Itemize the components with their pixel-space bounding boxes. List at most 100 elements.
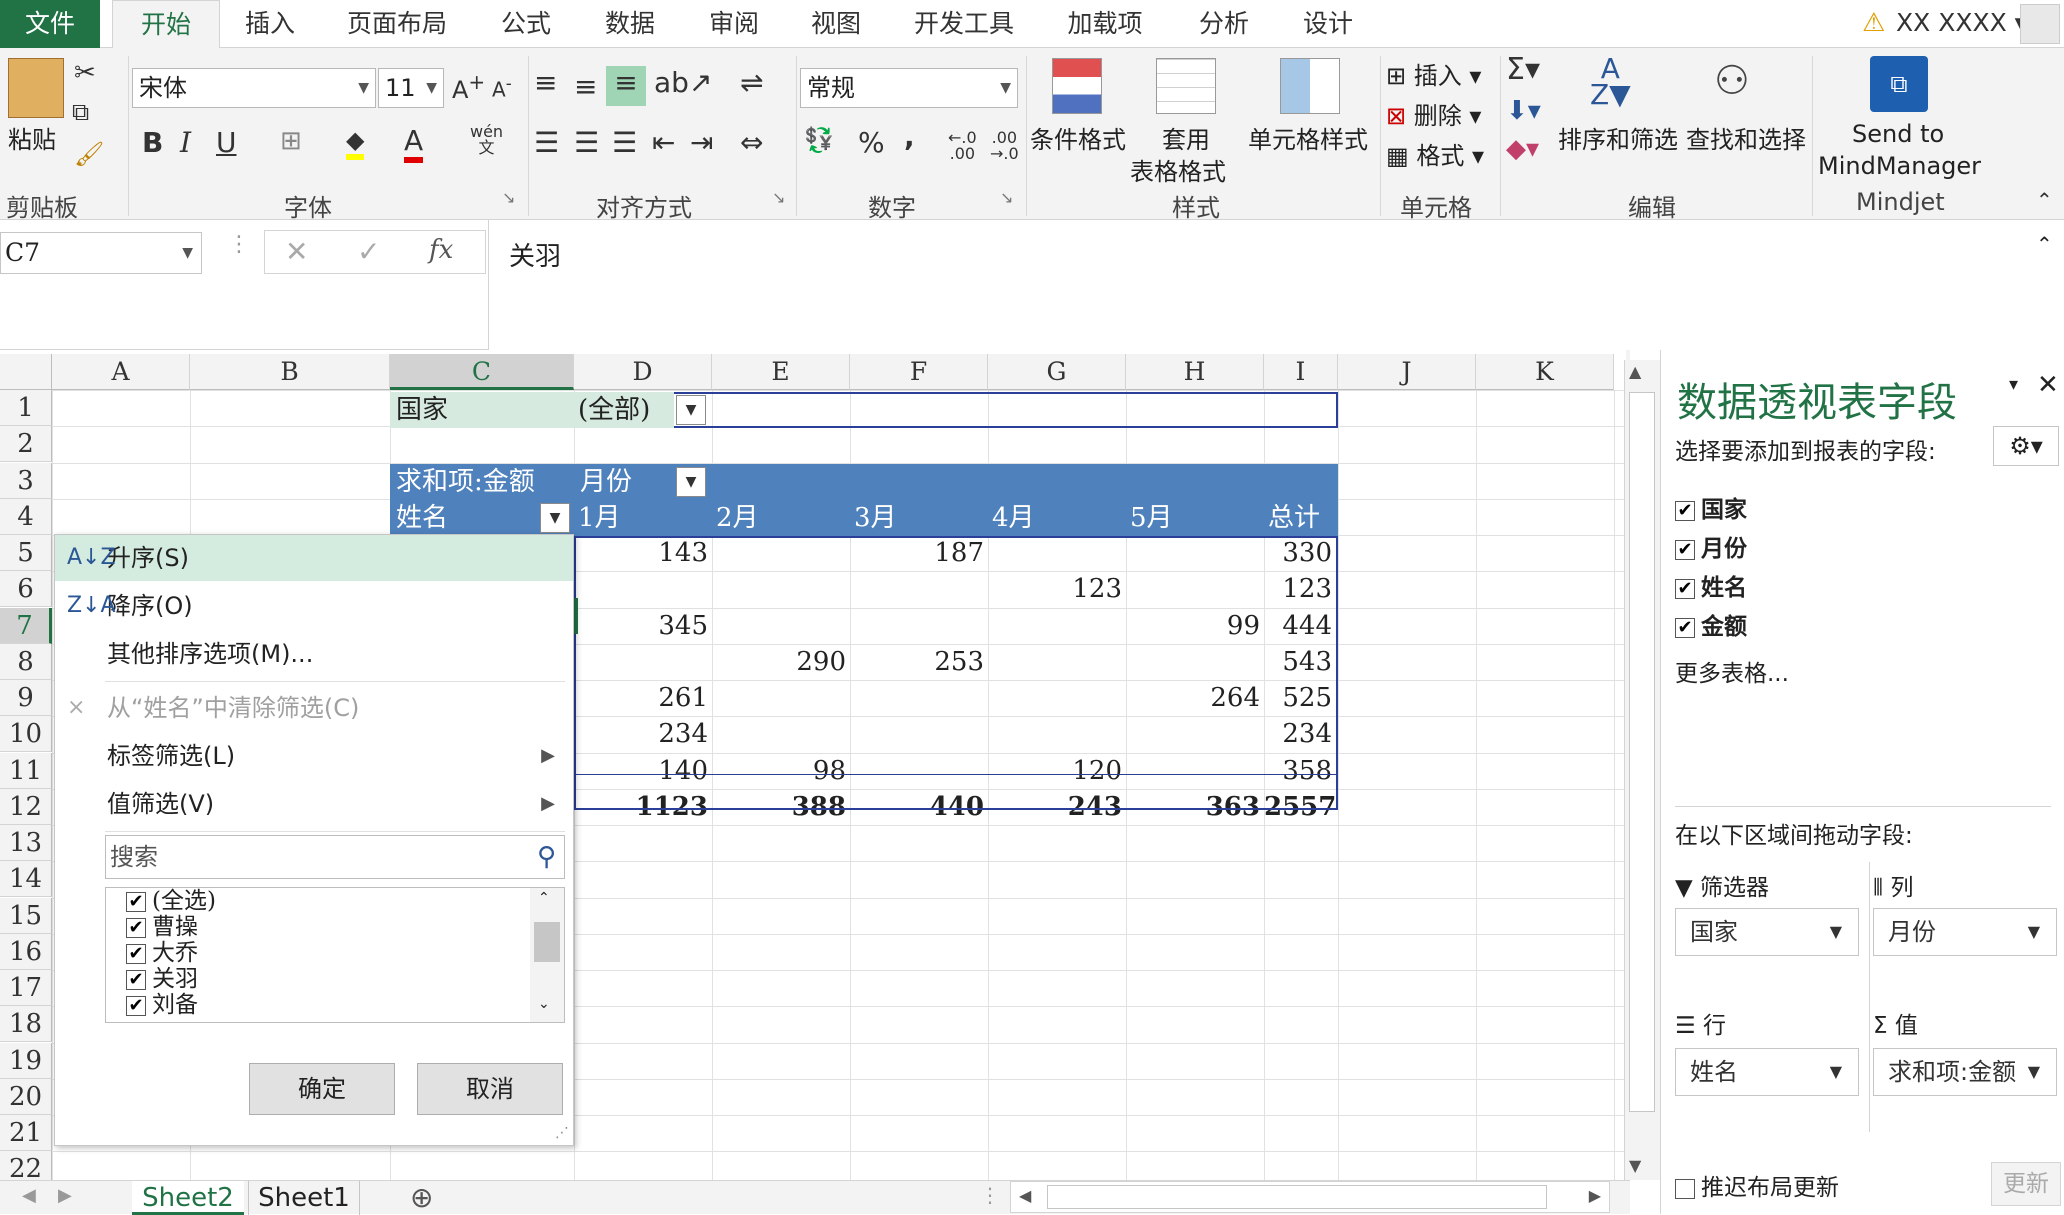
font-name-select[interactable]: 宋体 ▼ bbox=[132, 68, 376, 108]
tab-view[interactable]: 视图 bbox=[796, 0, 876, 48]
tab-design[interactable]: 设计 bbox=[1288, 0, 1368, 48]
conditional-format-icon[interactable] bbox=[1052, 58, 1102, 114]
row-header-15[interactable]: 15 bbox=[0, 897, 52, 934]
decrease-font-icon[interactable]: A- bbox=[492, 74, 512, 102]
user-account[interactable]: XX XXXX ▾ bbox=[1896, 8, 2027, 37]
pivot-value-cell[interactable]: 264 bbox=[1126, 680, 1264, 716]
pivot-column-dropdown[interactable]: ▼ bbox=[676, 467, 706, 497]
avatar[interactable] bbox=[2020, 4, 2060, 44]
label-filter-item[interactable]: 标签筛选(L) ▶ bbox=[55, 733, 573, 779]
cell-styles-button[interactable]: 单元格样式 bbox=[1248, 120, 1368, 155]
cancel-entry-icon[interactable]: ✕ bbox=[285, 235, 308, 268]
scroll-down-icon[interactable]: ▼ bbox=[1629, 1156, 1641, 1175]
pivot-value-cell[interactable]: 123 bbox=[988, 571, 1126, 607]
paste-icon[interactable] bbox=[8, 58, 64, 118]
format-painter-icon[interactable]: 🖌 bbox=[74, 140, 104, 168]
insert-function-icon[interactable]: fx bbox=[429, 235, 453, 265]
autosum-icon[interactable]: Σ▾ bbox=[1506, 52, 1540, 87]
row-header-14[interactable]: 14 bbox=[0, 861, 52, 898]
value-filter-item[interactable]: 值筛选(V) ▶ bbox=[55, 781, 573, 827]
close-panel-icon[interactable]: ✕ bbox=[2037, 370, 2059, 400]
align-bottom-icon[interactable]: ≡ bbox=[606, 66, 646, 106]
column-header-k[interactable]: K bbox=[1476, 354, 1614, 390]
pivot-value-cell[interactable]: 120 bbox=[988, 753, 1126, 789]
italic-icon[interactable]: I bbox=[180, 126, 191, 159]
bold-icon[interactable]: B bbox=[142, 126, 163, 159]
row-header-10[interactable]: 10 bbox=[0, 716, 52, 753]
pivot-grand-total-cell[interactable]: 2557 bbox=[1264, 789, 1336, 825]
pivot-value-cell[interactable]: 140 bbox=[574, 753, 712, 789]
align-center-icon[interactable]: ☰ bbox=[574, 126, 599, 159]
column-header-b[interactable]: B bbox=[190, 354, 390, 390]
checkbox[interactable]: ✔ bbox=[126, 918, 146, 938]
horizontal-scrollbar[interactable]: ◀ ▶ bbox=[1010, 1181, 1610, 1213]
clear-filter-item[interactable]: ⨯ 从“姓名”中清除筛选(C) bbox=[55, 685, 573, 731]
cell-styles-icon[interactable] bbox=[1280, 58, 1340, 114]
row-header-11[interactable]: 11 bbox=[0, 752, 52, 789]
row-header-18[interactable]: 18 bbox=[0, 1006, 52, 1043]
alignment-dialog-launcher-icon[interactable]: ↘ bbox=[772, 188, 785, 207]
format-as-table-icon[interactable] bbox=[1156, 58, 1216, 114]
collapse-formula-bar-icon[interactable]: ⌃ bbox=[2036, 232, 2053, 256]
send-to-mindmanager-line2[interactable]: MindManager bbox=[1818, 152, 1981, 180]
row-header-1[interactable]: 1 bbox=[0, 390, 52, 426]
row-header-6[interactable]: 6 bbox=[0, 571, 52, 608]
tab-data[interactable]: 数据 bbox=[590, 0, 670, 48]
column-header-d[interactable]: D bbox=[574, 354, 712, 390]
pivot-value-cell[interactable]: 345 bbox=[574, 608, 712, 644]
checkbox[interactable]: ✔ bbox=[126, 996, 146, 1016]
formula-input[interactable]: 关羽 bbox=[488, 220, 2064, 350]
column-header-c[interactable]: C bbox=[390, 354, 574, 390]
pivot-row-dropdown[interactable]: ▼ bbox=[540, 503, 570, 533]
number-dialog-launcher-icon[interactable]: ↘ bbox=[1000, 188, 1013, 207]
row-header-3[interactable]: 3 bbox=[0, 462, 52, 499]
pivot-value-cell[interactable]: 234 bbox=[574, 716, 712, 752]
checkbox[interactable]: ✔ bbox=[126, 892, 146, 912]
decrease-indent-icon[interactable]: ⇤ bbox=[652, 126, 675, 159]
field-checkbox[interactable]: ✔ bbox=[1675, 539, 1695, 560]
pivot-value-cell[interactable]: 330 bbox=[1264, 535, 1336, 571]
align-middle-icon[interactable]: ≡ bbox=[574, 70, 597, 103]
sort-filter-icon[interactable]: A Z▼ bbox=[1590, 55, 1631, 109]
delete-cells-button[interactable]: ⊠ 删除 ▾ bbox=[1386, 96, 1481, 131]
column-header-e[interactable]: E bbox=[712, 354, 850, 390]
tab-split-handle-icon[interactable]: ⋮ bbox=[980, 1183, 1000, 1207]
tab-review[interactable]: 审阅 bbox=[694, 0, 774, 48]
row-header-20[interactable]: 20 bbox=[0, 1078, 52, 1115]
row-header-17[interactable]: 17 bbox=[0, 970, 52, 1006]
find-select-icon[interactable]: ⚇ bbox=[1714, 58, 1750, 104]
border-icon[interactable]: ⊞ bbox=[280, 126, 302, 156]
checkbox[interactable]: ✔ bbox=[126, 970, 146, 990]
tab-addins[interactable]: 加载项 bbox=[1050, 0, 1160, 48]
checklist-item[interactable]: ✔ 关羽 bbox=[126, 966, 198, 992]
align-left-icon[interactable]: ☰ bbox=[534, 126, 559, 159]
rows-zone-field[interactable]: 姓名 ▼ bbox=[1675, 1048, 1859, 1096]
decrease-decimal-icon[interactable]: .00 →.0 bbox=[990, 130, 1019, 162]
mindmanager-icon[interactable]: ⧉ bbox=[1870, 56, 1928, 112]
sheet-tab-sheet2[interactable]: Sheet2 bbox=[132, 1181, 244, 1215]
row-header-9[interactable]: 9 bbox=[0, 680, 52, 716]
pivot-value-cell[interactable]: 187 bbox=[850, 535, 988, 571]
orientation-icon[interactable]: ab↗ bbox=[654, 66, 712, 99]
sort-ascending-item[interactable]: A↓Z 升序(S) bbox=[55, 535, 573, 581]
panel-menu-icon[interactable]: ▾ bbox=[2009, 374, 2018, 395]
pivot-grand-total-cell[interactable]: 243 bbox=[988, 789, 1126, 825]
field-item-2[interactable]: ✔ 月份 bbox=[1675, 529, 1747, 563]
row-header-4[interactable]: 4 bbox=[0, 498, 52, 535]
confirm-entry-icon[interactable]: ✓ bbox=[357, 235, 380, 268]
field-checkbox[interactable]: ✔ bbox=[1675, 578, 1695, 599]
pivot-value-cell[interactable]: 261 bbox=[574, 680, 712, 716]
scroll-up-icon[interactable]: ▲ bbox=[1629, 362, 1641, 381]
send-to-mindmanager-line1[interactable]: Send to bbox=[1852, 120, 1944, 148]
row-header-5[interactable]: 5 bbox=[0, 535, 52, 571]
tab-page-layout[interactable]: 页面布局 bbox=[336, 0, 458, 48]
align-top-icon[interactable]: ≡ bbox=[534, 66, 557, 99]
pivot-grand-total-cell[interactable]: 363 bbox=[1126, 789, 1264, 825]
fill-icon[interactable]: ⬇▾ bbox=[1506, 96, 1541, 126]
sort-filter-button[interactable]: 排序和筛选 bbox=[1558, 120, 1678, 155]
tab-developer[interactable]: 开发工具 bbox=[904, 0, 1024, 48]
resize-grip-icon[interactable]: ⋰ bbox=[555, 1125, 569, 1141]
row-header-21[interactable]: 21 bbox=[0, 1115, 52, 1151]
pivot-value-cell[interactable]: 123 bbox=[1264, 571, 1336, 607]
column-header-i[interactable]: I bbox=[1264, 354, 1338, 390]
